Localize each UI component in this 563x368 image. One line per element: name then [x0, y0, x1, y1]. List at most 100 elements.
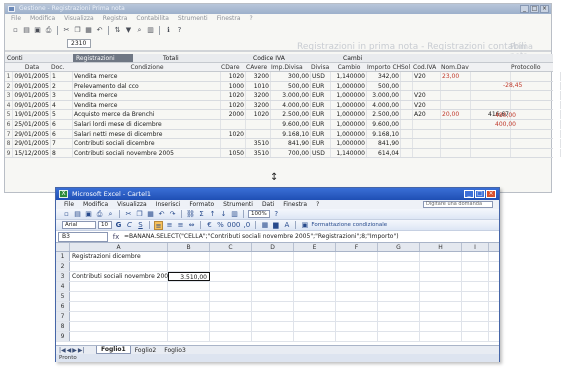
cell-imp[interactable]: 841,90: [271, 139, 311, 148]
conditional-format-label[interactable]: Formattazione condizionale: [311, 222, 387, 228]
cell-nsn[interactable]: [441, 91, 471, 100]
cell-empty[interactable]: [511, 91, 561, 100]
cell-div[interactable]: EUR: [311, 139, 331, 148]
cell-camb[interactable]: 1,000000: [331, 129, 367, 139]
cell-empty[interactable]: [511, 110, 561, 119]
cell-prot[interactable]: [471, 100, 511, 110]
cell-f[interactable]: [336, 252, 378, 261]
cell-sol[interactable]: [401, 81, 413, 91]
cell-sol[interactable]: [401, 119, 413, 129]
col-header[interactable]: Cambio: [331, 63, 367, 71]
cell-cod[interactable]: [413, 119, 441, 129]
journal-row[interactable]: 6 25/01/2005 6 Salari lordi mese di dicembr…: [5, 119, 561, 130]
cell-doc[interactable]: 8: [51, 148, 73, 158]
minimize-icon[interactable]: _: [464, 190, 474, 198]
cell-date[interactable]: 15/12/2005: [13, 148, 51, 158]
find-icon[interactable]: ⌕: [135, 26, 144, 35]
cell-cod[interactable]: [413, 148, 441, 158]
cell-camb[interactable]: 1,000000: [331, 139, 367, 148]
col-header[interactable]: Importo CHF: [367, 63, 401, 71]
cell-cod[interactable]: V20: [413, 91, 441, 100]
cell-n[interactable]: 1: [5, 72, 13, 81]
cell-f[interactable]: [336, 322, 378, 331]
cell-b[interactable]: [168, 322, 210, 331]
minimize-icon[interactable]: _: [520, 5, 529, 13]
journal-row[interactable]: 8 29/01/2005 7 Contributi sociali dicembre 3…: [5, 139, 561, 149]
cell-h[interactable]: [420, 252, 462, 261]
cell-e[interactable]: [294, 272, 336, 281]
cell-imp[interactable]: 500,00: [271, 81, 311, 91]
tab-foglio1[interactable]: Foglio1: [96, 346, 131, 354]
cell-n[interactable]: 2: [5, 81, 13, 91]
cell-b[interactable]: [168, 332, 210, 341]
menu-file[interactable]: File: [11, 14, 21, 23]
col-header[interactable]: Protocollo: [511, 63, 561, 71]
col-header[interactable]: Nom.Dav: [441, 63, 471, 71]
cell-f[interactable]: [336, 332, 378, 341]
cell-empty[interactable]: [511, 139, 561, 148]
row-header[interactable]: 9: [56, 332, 70, 341]
col-header[interactable]: Cod.IVA: [413, 63, 441, 71]
col-header[interactable]: Data: [13, 63, 51, 71]
cell-date[interactable]: 09/01/2005: [13, 72, 51, 81]
last-sheet-icon[interactable]: ▶|: [78, 347, 85, 354]
cell-nsn[interactable]: [441, 139, 471, 148]
align-right-icon[interactable]: ≡: [176, 221, 185, 230]
cell-doc[interactable]: 5: [51, 110, 73, 119]
cell-e[interactable]: [294, 332, 336, 341]
cell-sol[interactable]: [401, 110, 413, 119]
cell-div[interactable]: USD: [311, 148, 331, 158]
cell-avere[interactable]: [246, 129, 271, 139]
cell-f[interactable]: [336, 262, 378, 271]
menu-view[interactable]: Visualizza: [117, 200, 147, 209]
cell-d[interactable]: [252, 322, 294, 331]
cell-div[interactable]: EUR: [311, 110, 331, 119]
menu-insert[interactable]: Inserisci: [156, 200, 181, 209]
cell-chf[interactable]: 614,04: [367, 148, 401, 158]
col-header-e[interactable]: E: [294, 243, 336, 251]
hyperlink-icon[interactable]: ⛓: [186, 210, 195, 219]
cell-chf[interactable]: 841,90: [367, 139, 401, 148]
cell-prot[interactable]: [471, 148, 511, 158]
cell-chf[interactable]: 2.500,00: [367, 110, 401, 119]
cell-avere[interactable]: 3200: [246, 72, 271, 81]
col-header[interactable]: CAvere: [246, 63, 271, 71]
zoom-select[interactable]: 100%: [248, 210, 270, 218]
journal-row[interactable]: 3 09/01/2005 3 Vendita merce 1020 3200 3.000,0…: [5, 91, 561, 101]
italic-icon[interactable]: C: [125, 221, 134, 230]
cell-c[interactable]: [210, 282, 252, 291]
row-header[interactable]: 1: [56, 252, 70, 261]
font-size-select[interactable]: 10: [98, 221, 112, 229]
sort-asc-icon[interactable]: ↑: [208, 210, 217, 219]
currency-icon[interactable]: €: [205, 221, 214, 230]
cell-date[interactable]: 19/01/2005: [13, 110, 51, 119]
cell-doc[interactable]: 4: [51, 100, 73, 110]
cell-date[interactable]: 29/01/2005: [13, 129, 51, 139]
cell-doc[interactable]: 2: [51, 81, 73, 91]
cell-imp[interactable]: 300,00: [271, 72, 311, 81]
cell-b[interactable]: [168, 302, 210, 311]
help-icon[interactable]: ?: [272, 210, 281, 219]
cell-a[interactable]: [70, 262, 168, 271]
cell-a[interactable]: [70, 332, 168, 341]
cell-camb[interactable]: 1,000000: [331, 100, 367, 110]
col-header-h[interactable]: H: [420, 243, 462, 251]
col-header[interactable]: Doc.: [51, 63, 73, 71]
cell-f[interactable]: [336, 302, 378, 311]
cell-g[interactable]: [378, 262, 420, 271]
cell-doc[interactable]: 6: [51, 119, 73, 129]
cell-h[interactable]: [420, 282, 462, 291]
cell-i[interactable]: [462, 332, 489, 341]
cell-e[interactable]: [294, 312, 336, 321]
cell-b[interactable]: [168, 292, 210, 301]
cell-g[interactable]: [378, 272, 420, 281]
cell-desc[interactable]: Salari lordi mese di dicembre: [73, 119, 221, 129]
cell-chf[interactable]: 9.168,10: [367, 129, 401, 139]
paste-icon[interactable]: ▦: [84, 26, 93, 35]
preview-icon[interactable]: ⌕: [106, 210, 115, 219]
journal-row[interactable]: 4 09/01/2005 4 Vendita merce 1020 3200 4.000,0…: [5, 100, 561, 111]
new-icon[interactable]: ▫: [11, 26, 20, 35]
col-header-a[interactable]: A: [70, 243, 168, 251]
font-color-icon[interactable]: A: [282, 221, 291, 230]
row-header[interactable]: 7: [56, 312, 70, 321]
